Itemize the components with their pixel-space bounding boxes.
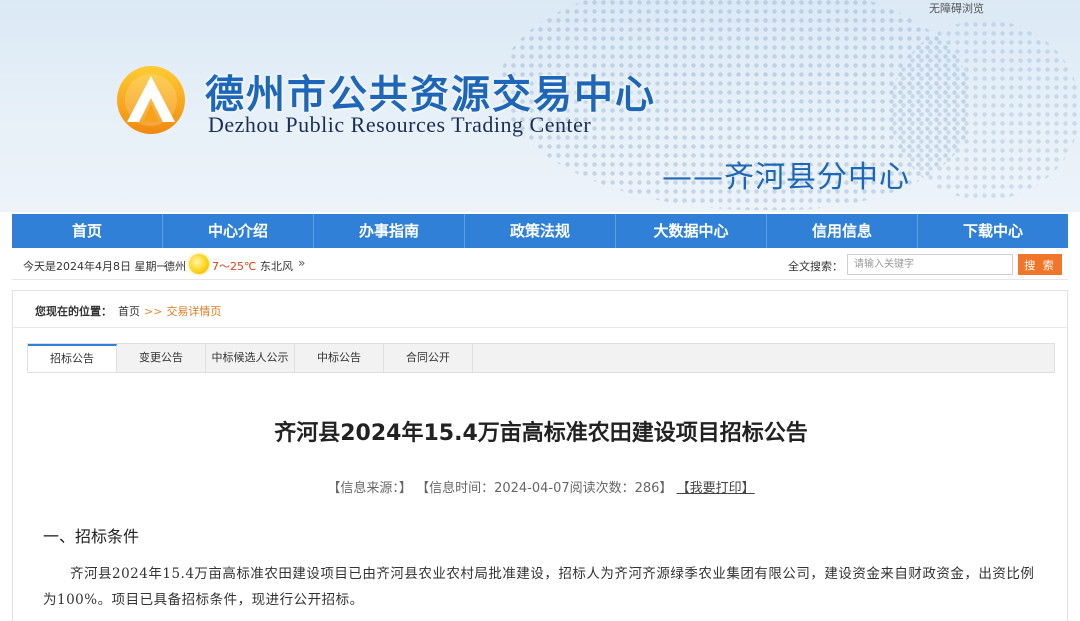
nav-item-policy[interactable]: 政策法规 <box>465 214 616 248</box>
site-logo-icon <box>117 66 185 134</box>
info-bar: 今天是2024年4月8日 星期一 德州 7～25℃ 东北风 » 全文搜索： 搜 … <box>12 250 1068 280</box>
breadcrumb-label: 您现在的位置： <box>35 305 112 318</box>
meta-source: 【信息来源：】 <box>327 481 412 496</box>
nav-item-credit[interactable]: 信用信息 <box>767 214 918 248</box>
accessible-browse-link[interactable]: 无障碍浏览 <box>929 0 984 16</box>
search-label: 全文搜索： <box>788 260 843 273</box>
breadcrumb-separator: >> <box>144 305 163 318</box>
divider <box>13 327 1067 328</box>
weather-wind: 东北风 <box>260 260 293 273</box>
nav-item-bigdata[interactable]: 大数据中心 <box>616 214 767 248</box>
content-panel: 您现在的位置： 首页 >> 交易详情页 招标公告 变更公告 中标候选人公示 中标公告 … <box>12 290 1068 621</box>
breadcrumb-current[interactable]: 交易详情页 <box>166 305 221 318</box>
breadcrumb-home-link[interactable]: 首页 <box>118 305 140 318</box>
nav-item-guide[interactable]: 办事指南 <box>314 214 465 248</box>
main-nav: 首页 中心介绍 办事指南 政策法规 大数据中心 信用信息 下载中心 <box>12 214 1068 248</box>
today-date: 今天是2024年4月8日 星期一 <box>23 260 168 273</box>
branch-title: ——齐河县分中心 <box>662 160 910 195</box>
weather-temperature: 7～25℃ <box>212 260 257 273</box>
search-button[interactable]: 搜 索 <box>1018 254 1062 275</box>
sunny-weather-icon <box>189 254 209 274</box>
tab-contract-disclosure[interactable]: 合同公开 <box>384 344 473 372</box>
site-title-english: Dezhou Public Resources Trading Center <box>208 112 592 137</box>
banner-map-pattern-right <box>890 20 1080 200</box>
breadcrumb: 您现在的位置： 首页 >> 交易详情页 <box>35 303 221 319</box>
announcement-tabs: 招标公告 变更公告 中标候选人公示 中标公告 合同公开 <box>27 343 1055 373</box>
tab-award-announcement[interactable]: 中标公告 <box>295 344 384 372</box>
weather-city: 德州 <box>164 260 186 273</box>
article-paragraph: 齐河县2024年15.4万亩高标准农田建设项目已由齐河县农业农村局批准建设，招标… <box>43 566 1035 608</box>
tab-tender-announcement[interactable]: 招标公告 <box>28 344 117 372</box>
article-title: 齐河县2024年15.4万亩高标准农田建设项目招标公告 <box>274 421 808 446</box>
nav-item-about[interactable]: 中心介绍 <box>163 214 314 248</box>
print-link[interactable]: 【我要打印】 <box>677 481 755 496</box>
tab-winning-candidates[interactable]: 中标候选人公示 <box>206 344 295 372</box>
nav-item-download[interactable]: 下载中心 <box>918 214 1068 248</box>
meta-time-views: 【信息时间：2024-04-07阅读次数：286】 <box>416 481 673 496</box>
article-meta: 【信息来源：】 【信息时间：2024-04-07阅读次数：286】 【我要打印】 <box>13 477 1069 496</box>
search-input[interactable] <box>847 254 1013 275</box>
nav-item-home[interactable]: 首页 <box>12 214 163 248</box>
tab-change-announcement[interactable]: 变更公告 <box>117 344 206 372</box>
section-heading: 一、招标条件 <box>43 527 140 546</box>
weather-more-link[interactable]: » <box>298 256 305 270</box>
header-banner: 无障碍浏览 德州市公共资源交易中心 Dezhou Public Resource… <box>0 0 1080 212</box>
